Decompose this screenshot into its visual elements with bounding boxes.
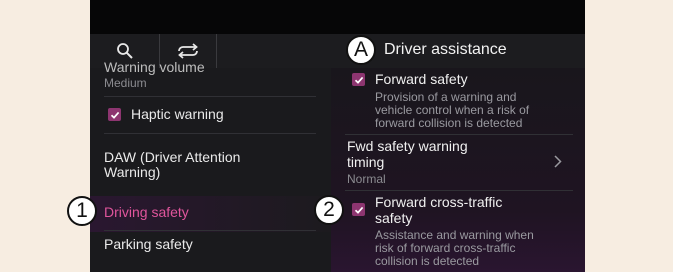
divider bbox=[345, 134, 573, 135]
menu-item-daw[interactable]: DAW (Driver Attention bbox=[104, 149, 240, 165]
infotainment-screen: Driver assistance Warning volume Medium … bbox=[90, 0, 585, 272]
swap-arrows-icon bbox=[177, 43, 198, 59]
divider bbox=[104, 96, 316, 97]
cross-traffic-checkbox[interactable] bbox=[352, 203, 365, 216]
forward-safety-checkbox[interactable] bbox=[352, 73, 365, 86]
page-title: Driver assistance bbox=[384, 41, 507, 58]
callout-a: A bbox=[346, 35, 376, 65]
menu-item-warning-volume[interactable]: Warning volume bbox=[104, 59, 205, 75]
divider bbox=[345, 190, 573, 191]
checkmark-icon bbox=[354, 76, 363, 84]
divider bbox=[104, 230, 316, 231]
menu-item-parking-safety[interactable]: Parking safety bbox=[104, 236, 193, 252]
cross-traffic-label-1[interactable]: Forward cross-traffic bbox=[375, 194, 502, 210]
fwd-timing-value: Normal bbox=[347, 172, 386, 186]
settings-menu: Warning volume Medium Haptic warning DAW… bbox=[90, 59, 331, 272]
fwd-timing-label-1[interactable]: Fwd safety warning bbox=[347, 138, 468, 154]
menu-item-daw-line2[interactable]: Warning) bbox=[104, 164, 160, 180]
haptic-warning-checkbox[interactable] bbox=[108, 108, 121, 121]
menu-item-driving-safety[interactable]: Driving safety bbox=[104, 204, 189, 220]
menu-item-haptic-warning[interactable]: Haptic warning bbox=[131, 106, 224, 122]
warning-volume-value: Medium bbox=[104, 76, 147, 90]
forward-safety-label[interactable]: Forward safety bbox=[375, 71, 468, 87]
divider bbox=[104, 133, 316, 134]
status-bar bbox=[90, 0, 585, 34]
callout-2: 2 bbox=[314, 195, 344, 225]
checkmark-icon bbox=[110, 111, 119, 119]
callout-1: 1 bbox=[67, 196, 97, 226]
cross-traffic-label-2[interactable]: safety bbox=[375, 210, 412, 226]
cross-traffic-desc-3: collision is detected bbox=[375, 254, 480, 268]
fwd-timing-label-2[interactable]: timing bbox=[347, 154, 384, 170]
checkmark-icon bbox=[354, 206, 363, 214]
search-icon bbox=[116, 43, 133, 59]
forward-safety-desc-3: forward collision is detected bbox=[375, 116, 523, 130]
chevron-right-icon[interactable] bbox=[554, 155, 562, 168]
driving-safety-options: Forward safety Provision of a warning an… bbox=[331, 68, 585, 272]
